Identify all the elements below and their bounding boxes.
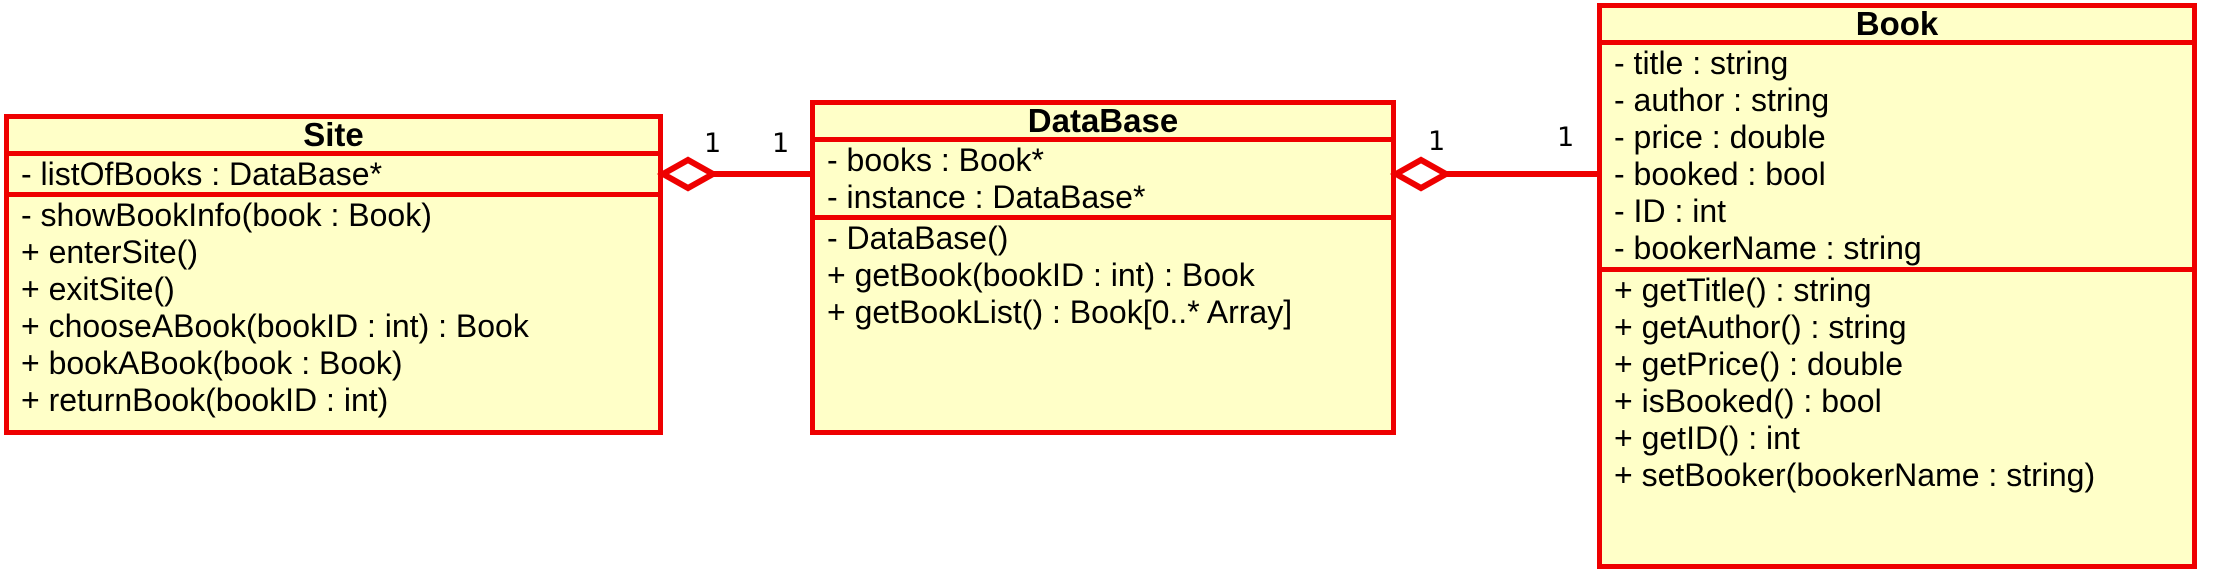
- multiplicity-label: 1: [1557, 122, 1574, 153]
- aggregation-site-database: 1 1: [656, 128, 810, 192]
- connectors-layer: 1 1 1 1: [656, 122, 1597, 192]
- multiplicity-label: 1: [1428, 126, 1445, 157]
- multiplicity-label: 1: [772, 128, 789, 159]
- multiplicity-label: 1: [704, 128, 721, 159]
- aggregation-database-book: 1 1: [1389, 122, 1597, 192]
- aggregation-diamond-icon: [1389, 156, 1453, 192]
- aggregation-diamond-icon: [656, 156, 720, 192]
